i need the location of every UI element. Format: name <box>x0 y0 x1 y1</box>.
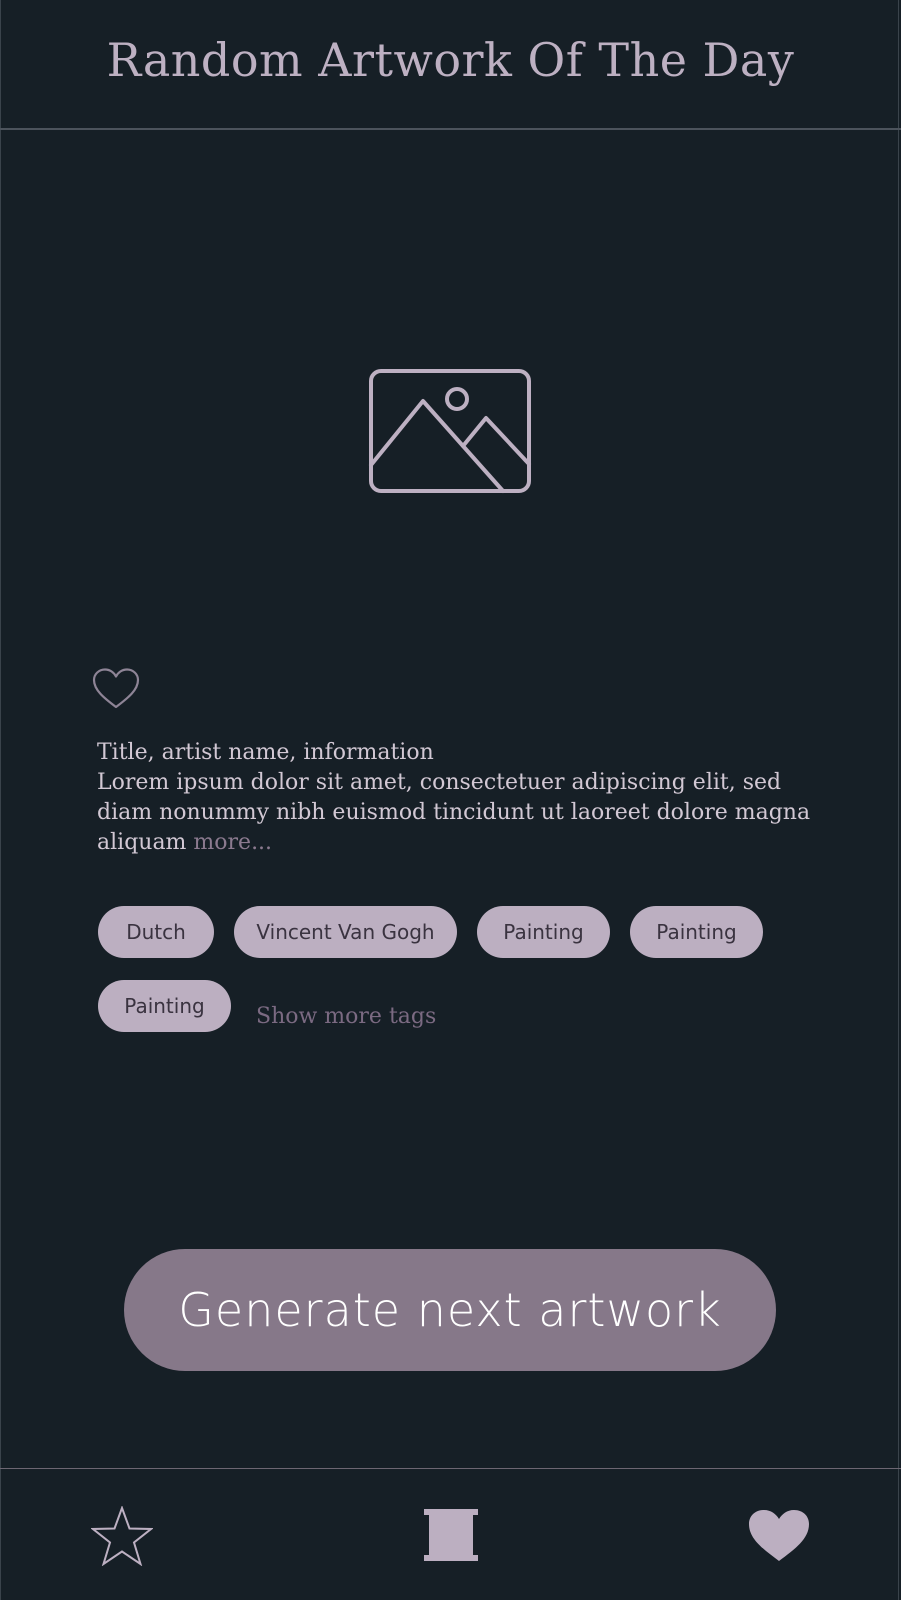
heart-filled-icon[interactable] <box>748 1509 810 1563</box>
bottom-navigation <box>0 1468 901 1600</box>
image-placeholder-icon <box>368 368 532 494</box>
tag-chip[interactable]: Dutch <box>98 906 214 958</box>
app-header: Random Artwork Of The Day <box>0 0 901 130</box>
tag-chip[interactable]: Painting <box>98 980 231 1032</box>
show-more-tags-link[interactable]: Show more tags <box>256 1004 436 1029</box>
artwork-title: Title, artist name, information <box>97 740 434 765</box>
generate-next-artwork-button[interactable]: Generate next artwork <box>124 1249 776 1371</box>
page-title: Random Artwork Of The Day <box>106 33 795 87</box>
artwork-description: Lorem ipsum dolor sit amet, consectetuer… <box>97 768 817 858</box>
more-link[interactable]: more... <box>193 830 272 855</box>
tag-chip[interactable]: Painting <box>630 906 763 958</box>
tag-chip[interactable]: Painting <box>477 906 610 958</box>
heart-outline-icon[interactable] <box>92 668 140 710</box>
star-outline-icon[interactable] <box>90 1505 154 1567</box>
scroll-icon[interactable] <box>424 1509 478 1561</box>
tag-chip[interactable]: Vincent Van Gogh <box>234 906 457 958</box>
